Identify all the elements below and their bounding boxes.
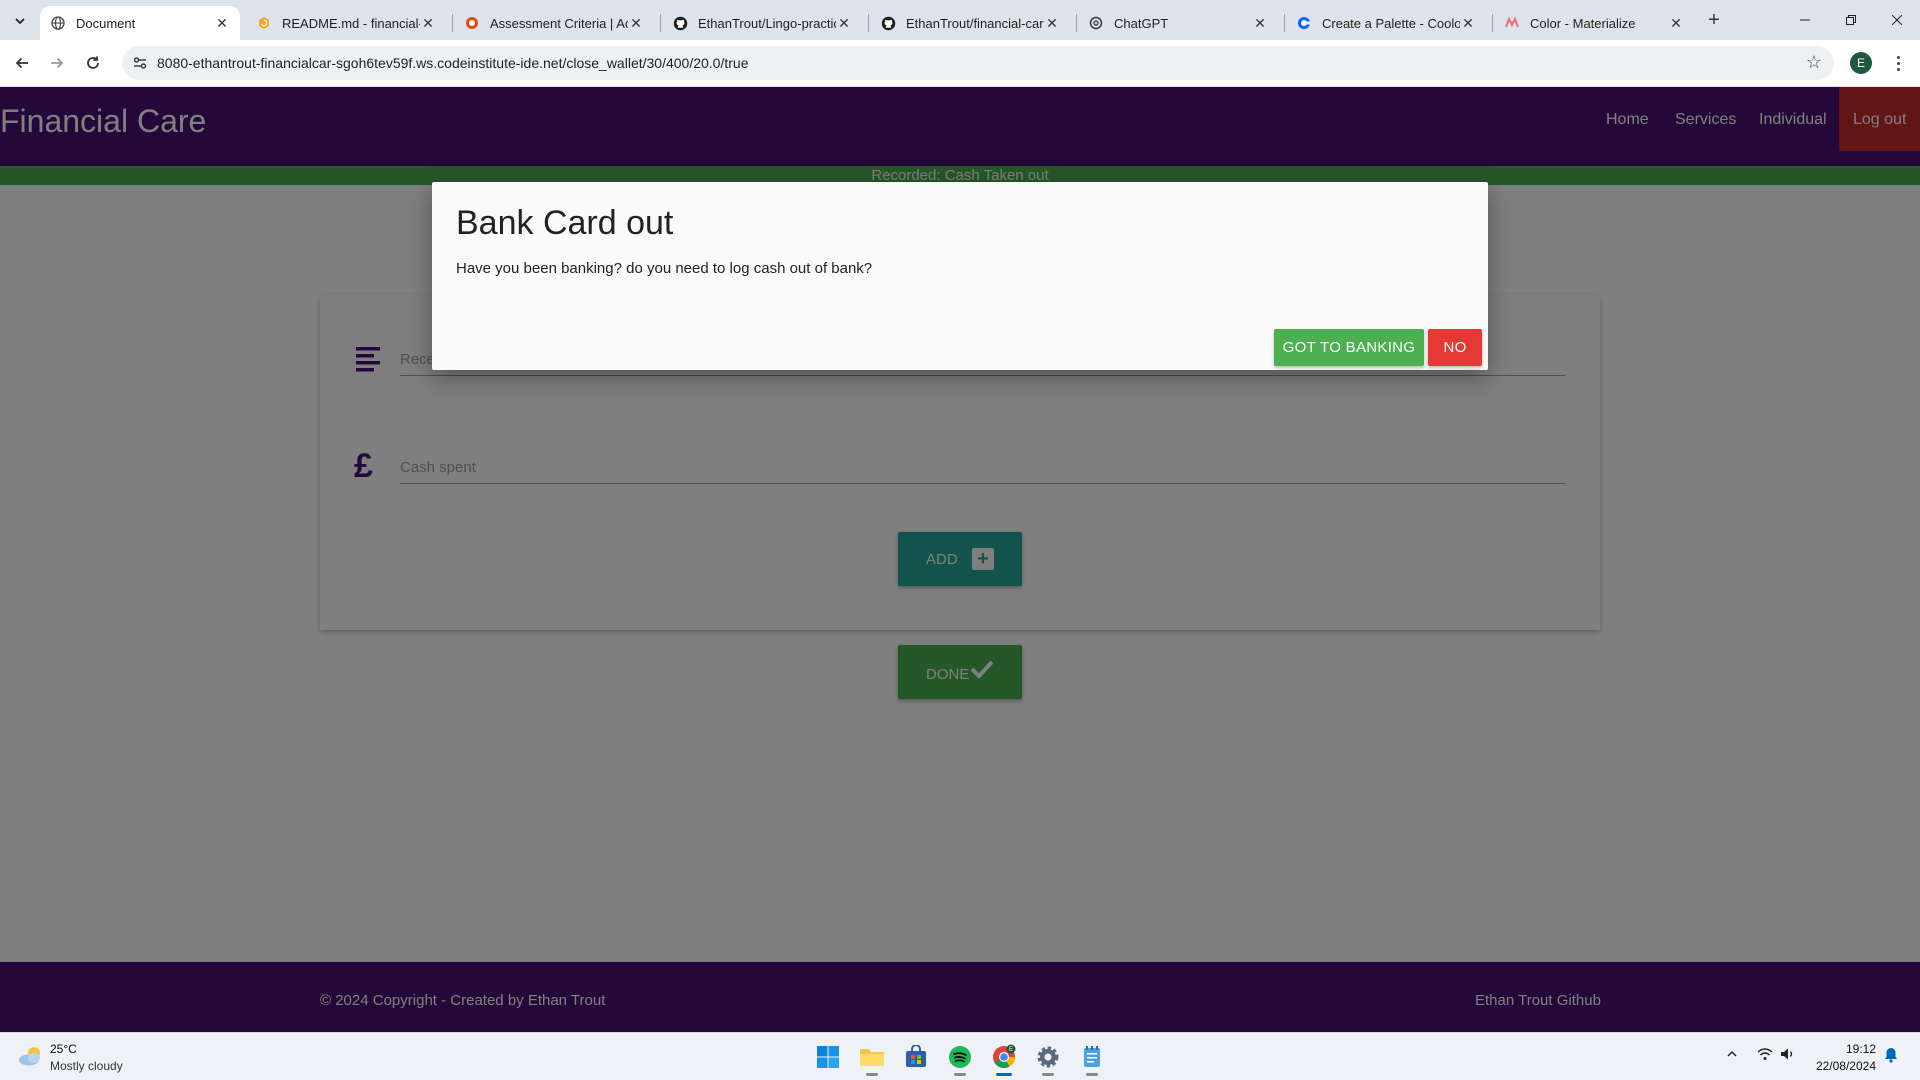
svg-text:E: E (1009, 1047, 1013, 1053)
spotify-icon (949, 1046, 971, 1068)
taskbar-notepad[interactable] (1076, 1041, 1108, 1076)
tab-separator (660, 14, 661, 32)
github-icon (672, 15, 688, 31)
tab-separator (1076, 14, 1077, 32)
close-icon (1892, 15, 1902, 25)
chrome-icon: E (993, 1044, 1016, 1068)
tab-separator (452, 14, 453, 32)
arrow-left-icon (15, 57, 28, 69)
taskbar-settings[interactable] (1032, 1041, 1064, 1076)
no-button[interactable]: NO (1428, 329, 1482, 366)
browser-tab-document[interactable]: Document ✕ (40, 6, 240, 40)
back-button[interactable] (9, 50, 35, 76)
go-to-banking-button[interactable]: GOT TO BANKING (1274, 329, 1424, 366)
coolors-icon (1296, 15, 1312, 31)
restore-button[interactable] (1828, 0, 1874, 40)
tab-title: EthanTrout/Lingo-practice (698, 15, 836, 31)
close-tab-icon[interactable]: ✕ (628, 15, 644, 31)
reload-button[interactable] (80, 50, 106, 76)
chatgpt-icon (1088, 15, 1104, 31)
gitpod-icon (256, 15, 272, 31)
minimize-button[interactable] (1782, 0, 1828, 40)
browser-tab-chatgpt[interactable]: ChatGPT ✕ (1078, 6, 1278, 40)
tab-title: Color - Materialize (1530, 15, 1636, 31)
browser-tab-coolors[interactable]: Create a Palette - Coolors ✕ (1286, 6, 1486, 40)
windows-logo-icon (817, 1046, 839, 1068)
tab-separator (1284, 14, 1285, 32)
wifi-icon[interactable] (1757, 1047, 1773, 1064)
close-window-button[interactable] (1874, 0, 1920, 40)
bookmark-star-icon[interactable]: ☆ (1806, 52, 1822, 73)
show-hidden-icons-chevron-icon[interactable] (1726, 1047, 1738, 1063)
browser-tab-lingo-practice[interactable]: EthanTrout/Lingo-practice ✕ (662, 6, 862, 40)
browser-tab-readme[interactable]: README.md - financial-ca ✕ (246, 6, 446, 40)
notification-bell-icon[interactable] (1884, 1047, 1898, 1066)
close-tab-icon[interactable]: ✕ (420, 15, 436, 31)
modal-message: Have you been banking? do you need to lo… (456, 260, 873, 277)
browser-tab-materialize[interactable]: Color - Materialize ✕ (1494, 6, 1694, 40)
profile-avatar[interactable]: E (1850, 52, 1872, 74)
forward-button[interactable] (44, 50, 70, 76)
github-icon (880, 15, 896, 31)
start-button[interactable] (812, 1041, 844, 1073)
browser-tab-financial-care[interactable]: EthanTrout/financial-care ✕ (870, 6, 1070, 40)
chevron-down-icon (15, 18, 25, 25)
modal-title: Bank Card out (456, 204, 674, 242)
store-icon (906, 1045, 926, 1067)
close-tab-icon[interactable]: ✕ (1460, 15, 1476, 31)
new-tab-button[interactable]: + (1702, 8, 1726, 32)
web-page: Financial Care Home Services Individual … (0, 87, 1920, 1032)
plus-icon: + (1708, 8, 1720, 31)
cloudy-weather-icon[interactable] (18, 1045, 44, 1067)
tab-separator (1492, 14, 1493, 32)
weather-description: Mostly cloudy (50, 1059, 123, 1073)
close-tab-icon[interactable]: ✕ (1044, 15, 1060, 31)
tab-separator (868, 14, 869, 32)
arrow-right-icon (51, 57, 64, 69)
tab-title: README.md - financial-ca (282, 15, 420, 31)
tab-search-button[interactable] (8, 9, 32, 33)
taskbar-store[interactable] (900, 1041, 932, 1073)
minimize-icon (1800, 19, 1810, 21)
close-tab-icon[interactable]: ✕ (1668, 15, 1684, 31)
bank-card-modal: Bank Card out Have you been banking? do … (432, 182, 1488, 370)
browser-tabbar: Document ✕ README.md - financial-ca ✕ As… (0, 0, 1920, 40)
url-text: 8080-ethantrout-financialcar-sgoh6tev59f… (157, 55, 749, 71)
close-tab-icon[interactable]: ✕ (836, 15, 852, 31)
notepad-icon (1084, 1046, 1100, 1067)
tab-title: ChatGPT (1114, 15, 1169, 31)
taskbar-file-explorer[interactable] (856, 1041, 888, 1076)
reload-icon (87, 56, 99, 69)
materialize-icon (1504, 15, 1520, 31)
volume-icon[interactable] (1780, 1047, 1796, 1064)
restore-icon (1846, 15, 1856, 25)
weather-temperature: 25°C (50, 1042, 77, 1056)
browser-menu-button[interactable] (1888, 52, 1908, 74)
taskbar-spotify[interactable] (944, 1041, 976, 1076)
folder-icon (860, 1049, 884, 1066)
browser-tab-assessment[interactable]: Assessment Criteria | Acti ✕ (454, 6, 654, 40)
close-tab-icon[interactable]: ✕ (1252, 15, 1268, 31)
clock-time[interactable]: 19:12 (1812, 1042, 1876, 1056)
address-bar[interactable]: 8080-ethantrout-financialcar-sgoh6tev59f… (122, 46, 1834, 80)
browser-toolbar: 8080-ethantrout-financialcar-sgoh6tev59f… (0, 40, 1920, 87)
close-tab-icon[interactable]: ✕ (214, 15, 230, 31)
code-institute-icon (464, 15, 480, 31)
clock-date[interactable]: 22/08/2024 (1812, 1059, 1876, 1073)
gear-icon (1037, 1046, 1059, 1068)
site-settings-icon[interactable] (130, 53, 150, 73)
globe-icon (50, 15, 66, 31)
tab-title: Assessment Criteria | Acti (490, 15, 628, 31)
tab-title: Document (76, 15, 136, 31)
windows-taskbar: 25°C Mostly cloudy E 19:12 22/08/2024 (0, 1032, 1920, 1080)
tab-title: Create a Palette - Coolors (1322, 15, 1460, 31)
tab-title: EthanTrout/financial-care (906, 15, 1044, 31)
taskbar-chrome[interactable]: E (988, 1041, 1020, 1076)
